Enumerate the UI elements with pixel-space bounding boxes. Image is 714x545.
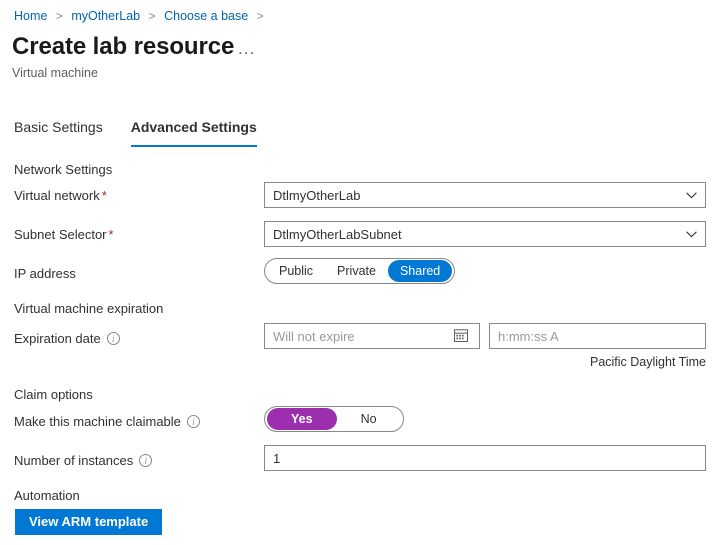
info-icon[interactable]: i <box>186 415 200 428</box>
ip-address-label: IP address <box>14 266 76 281</box>
subnet-selector-select[interactable]: DtlmyOtherLabSubnet <box>264 221 706 247</box>
ip-address-choice-group: Public Private Shared <box>264 258 456 284</box>
number-of-instances-input[interactable]: 1 <box>264 445 706 471</box>
breadcrumb-separator: > <box>148 9 156 23</box>
subnet-selector-value: DtlmyOtherLabSubnet <box>273 226 402 242</box>
page-title: Create lab resource <box>12 33 235 60</box>
automation-heading: Automation <box>14 488 80 503</box>
make-claimable-option-no[interactable]: No <box>337 408 401 430</box>
subnet-selector-label-text: Subnet Selector <box>14 227 107 242</box>
expiration-date-label: Expiration date i <box>14 330 120 347</box>
ip-address-option-private[interactable]: Private <box>325 260 388 282</box>
make-claimable-option-yes[interactable]: Yes <box>267 408 337 430</box>
virtual-network-value: DtlmyOtherLab <box>273 187 361 203</box>
breadcrumb-separator: > <box>55 9 63 23</box>
expiration-date-placeholder: Will not expire <box>273 328 355 344</box>
expiration-date-input[interactable]: Will not expire <box>264 323 480 349</box>
expiration-time-input[interactable]: h:mm:ss A <box>489 323 706 349</box>
number-of-instances-label: Number of instances i <box>14 452 153 469</box>
page-subtitle: Virtual machine <box>12 66 98 80</box>
virtual-network-label: Virtual network * <box>14 187 107 204</box>
number-of-instances-value: 1 <box>273 450 281 466</box>
info-icon[interactable]: i <box>139 454 153 467</box>
required-marker: * <box>108 227 114 242</box>
required-marker: * <box>101 188 107 203</box>
vm-expiration-heading: Virtual machine expiration <box>14 301 164 316</box>
breadcrumb-separator: > <box>256 9 264 23</box>
tab-advanced-settings[interactable]: Advanced Settings <box>130 118 257 147</box>
breadcrumb-item-home[interactable]: Home <box>14 9 47 23</box>
expiration-date-label-text: Expiration date <box>14 331 101 346</box>
make-claimable-choice-group: Yes No <box>264 406 404 432</box>
settings-tablist: Basic Settings Advanced Settings <box>14 118 285 147</box>
expiration-time-placeholder: h:mm:ss A <box>498 328 559 344</box>
ip-address-option-public[interactable]: Public <box>267 260 325 282</box>
make-claimable-label: Make this machine claimable i <box>14 413 200 430</box>
info-icon[interactable]: i <box>106 332 120 345</box>
ip-address-option-shared[interactable]: Shared <box>387 260 453 282</box>
calendar-icon[interactable] <box>453 327 471 345</box>
breadcrumb-item-choose-a-base[interactable]: Choose a base <box>164 9 248 23</box>
subnet-selector-label: Subnet Selector * <box>14 226 114 243</box>
more-options-icon[interactable]: ... <box>238 40 255 57</box>
make-claimable-label-text: Make this machine claimable <box>14 414 181 429</box>
breadcrumb-item-myotherlab[interactable]: myOtherLab <box>71 9 140 23</box>
virtual-network-label-text: Virtual network <box>14 188 100 203</box>
virtual-network-select[interactable]: DtlmyOtherLab <box>264 182 706 208</box>
network-settings-heading: Network Settings <box>14 162 113 177</box>
view-arm-template-button[interactable]: View ARM template <box>15 509 163 535</box>
chevron-down-icon <box>686 230 697 238</box>
tab-basic-settings[interactable]: Basic Settings <box>14 118 103 147</box>
chevron-down-icon <box>686 191 697 199</box>
timezone-note: Pacific Daylight Time <box>589 355 706 369</box>
breadcrumb: Home > myOtherLab > Choose a base > <box>14 8 269 24</box>
number-of-instances-label-text: Number of instances <box>14 453 134 468</box>
claim-options-heading: Claim options <box>14 387 93 402</box>
